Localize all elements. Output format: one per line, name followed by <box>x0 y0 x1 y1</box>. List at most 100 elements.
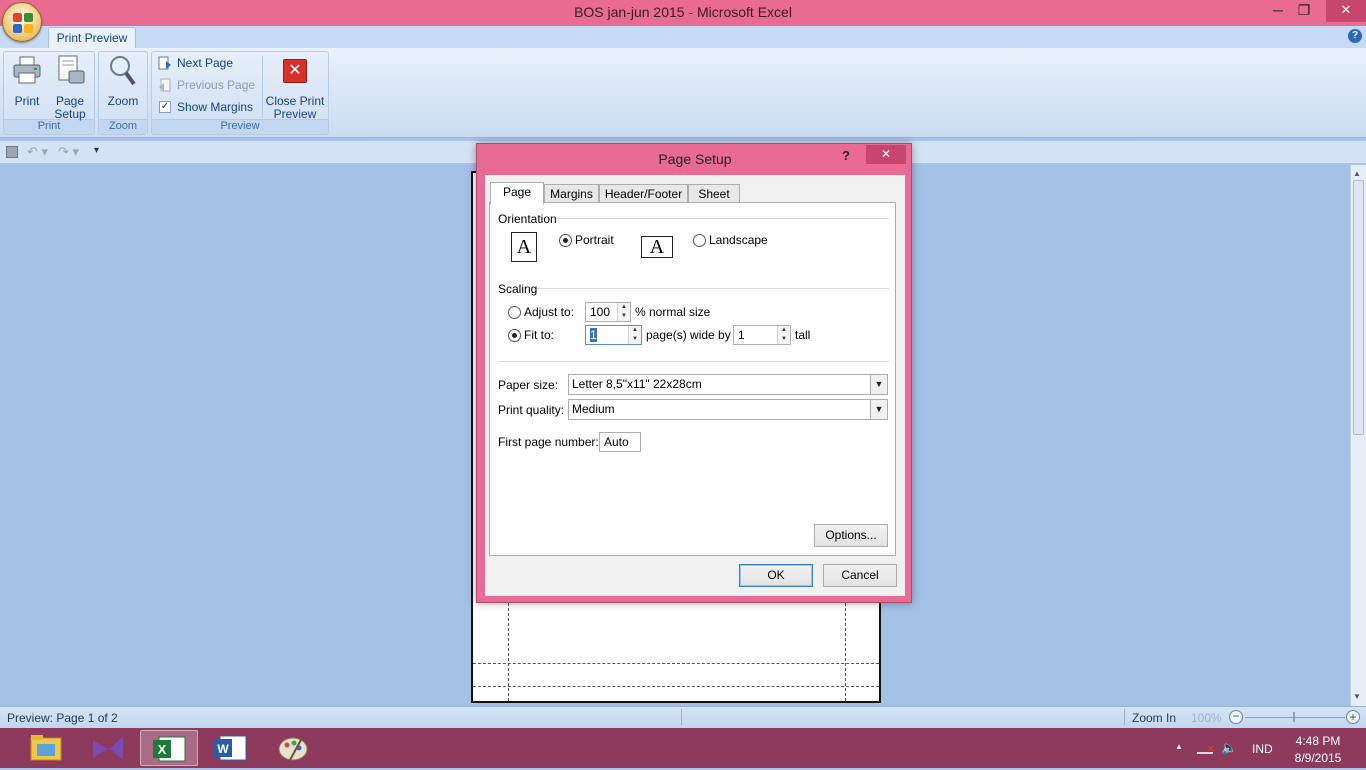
zoom-slider-track[interactable] <box>1245 717 1345 718</box>
word-icon: W <box>214 735 247 761</box>
office-button[interactable] <box>2 2 42 42</box>
vertical-scrollbar[interactable]: ▲ ▼ <box>1350 165 1366 706</box>
print-quality-label: Print quality: <box>498 403 565 417</box>
print-quality-select[interactable]: Medium ▼ <box>568 399 888 420</box>
close-window-button[interactable]: ✕ <box>1326 0 1366 22</box>
zoom-button-label: Zoom <box>107 94 139 108</box>
first-page-label: First page number: <box>498 435 599 449</box>
customize-qat-icon[interactable]: ▾ <box>94 145 99 156</box>
fit-tall-value: 1 <box>738 328 745 342</box>
language-indicator[interactable]: IND <box>1252 742 1273 756</box>
clock-date[interactable]: 8/9/2015 <box>1290 751 1346 765</box>
clock-time[interactable]: 4:48 PM <box>1290 734 1346 748</box>
adjust-to-label[interactable]: Adjust to: <box>524 305 574 319</box>
volume-icon[interactable]: 🔈 <box>1221 740 1237 756</box>
paper-size-select[interactable]: Letter 8,5"x11" 22x28cm ▼ <box>568 374 888 395</box>
preview-group-label: Preview <box>152 119 328 134</box>
show-margins-checkbox[interactable]: ✓ Show Margins <box>158 100 258 116</box>
zoom-button[interactable]: Zoom <box>102 54 144 108</box>
print-group-label: Print <box>4 119 94 134</box>
scroll-up-icon[interactable]: ▲ <box>1353 169 1361 178</box>
zoom-slider-thumb[interactable] <box>1293 712 1295 722</box>
close-preview-label-2: Preview <box>273 107 317 121</box>
landscape-radio[interactable] <box>693 234 706 247</box>
chevron-down-icon[interactable]: ▼ <box>870 375 887 394</box>
tab-page[interactable]: Page <box>490 182 544 205</box>
fit-to-label[interactable]: Fit to: <box>524 328 554 342</box>
portrait-radio[interactable] <box>559 234 572 247</box>
zoom-out-icon[interactable]: − <box>1229 710 1243 724</box>
previous-page-icon <box>159 78 171 92</box>
network-icon[interactable]: ✕ <box>1197 740 1215 755</box>
page-setup-label-2: Setup <box>54 107 86 121</box>
status-divider-2 <box>1124 709 1125 725</box>
orientation-separator <box>556 218 889 219</box>
scaling-separator <box>537 288 889 289</box>
excel-taskbar-button[interactable]: X <box>140 730 198 766</box>
tall-label: tall <box>795 328 811 342</box>
undo-icon[interactable]: ↶ ▾ <box>27 144 48 160</box>
page-setup-button[interactable]: Page Setup <box>50 54 90 121</box>
help-icon[interactable]: ? <box>1348 29 1362 43</box>
visual-studio-icon <box>93 736 123 760</box>
visual-studio-taskbar-button[interactable] <box>79 730 137 766</box>
fit-tall-spinner[interactable]: 1 ▲ ▼ <box>733 325 791 345</box>
first-page-input[interactable]: Auto <box>599 432 641 452</box>
pages-wide-by-label: page(s) wide by <box>646 328 731 342</box>
group-divider <box>262 56 263 118</box>
page-status: Preview: Page 1 of 2 <box>7 711 118 725</box>
file-explorer-taskbar-button[interactable] <box>17 730 75 766</box>
adjust-to-value: 100 <box>590 305 611 319</box>
restore-button[interactable]: ❐ <box>1290 0 1318 22</box>
word-taskbar-button[interactable]: W <box>202 730 260 766</box>
zoom-in-icon[interactable]: + <box>1346 710 1360 724</box>
dialog-close-button[interactable]: ✕ <box>866 145 906 164</box>
adjust-to-radio[interactable] <box>508 306 521 319</box>
chevron-down-icon[interactable]: ▼ <box>870 400 887 419</box>
adjust-to-spinner[interactable]: 100 ▲ ▼ <box>585 302 631 322</box>
portrait-label[interactable]: Portrait <box>575 233 614 247</box>
palette-icon <box>278 737 308 761</box>
fit-wide-spinner[interactable]: 1 ▲ ▼ <box>585 325 642 345</box>
paint-taskbar-button[interactable] <box>264 730 322 766</box>
ok-button[interactable]: OK <box>739 564 813 587</box>
zoom-in-label: Zoom In <box>1132 711 1177 725</box>
minimize-button[interactable]: ─ <box>1264 0 1292 22</box>
paper-size-value: Letter 8,5"x11" 22x28cm <box>572 377 702 391</box>
spinner-arrows-icon[interactable]: ▲ ▼ <box>617 303 630 321</box>
magnifier-icon <box>110 56 136 86</box>
next-page-icon <box>158 56 171 70</box>
previous-page-button[interactable]: Previous Page <box>158 78 258 94</box>
svg-text:X: X <box>158 742 167 757</box>
dialog-help-button[interactable]: ? <box>839 148 853 163</box>
cancel-button[interactable]: Cancel <box>823 564 897 587</box>
portrait-page-icon: A <box>511 232 537 262</box>
bottom-margin-line[interactable] <box>473 686 879 687</box>
scroll-down-icon[interactable]: ▼ <box>1353 692 1361 701</box>
print-quality-value: Medium <box>572 402 615 416</box>
redo-icon[interactable]: ↷ ▾ <box>58 144 79 160</box>
zoom-level[interactable]: 100% <box>1191 711 1222 725</box>
footer-margin-line[interactable] <box>473 663 879 664</box>
spinner-arrows-icon[interactable]: ▲ ▼ <box>777 326 790 344</box>
svg-text:W: W <box>217 742 229 756</box>
print-button-label: Print <box>14 94 40 108</box>
scroll-thumb[interactable] <box>1353 180 1364 435</box>
landscape-page-icon: A <box>641 236 673 258</box>
options-button[interactable]: Options... <box>814 524 888 547</box>
fit-wide-value: 1 <box>590 328 597 342</box>
close-print-preview-button[interactable]: ✕ Close Print Preview <box>265 56 325 121</box>
print-button[interactable]: Print <box>6 54 48 116</box>
show-hidden-icons-icon[interactable]: ▲ <box>1175 742 1183 751</box>
excel-icon: X <box>153 736 186 762</box>
checkmark-icon: ✓ <box>159 101 171 113</box>
scaling-heading: Scaling <box>498 282 538 296</box>
save-icon[interactable] <box>6 146 18 158</box>
tab-print-preview[interactable]: Print Preview <box>48 27 136 49</box>
office-logo-icon <box>13 13 33 33</box>
next-page-button[interactable]: Next Page <box>158 56 258 72</box>
fit-to-radio[interactable] <box>508 329 521 342</box>
landscape-label[interactable]: Landscape <box>709 233 768 247</box>
spinner-arrows-icon[interactable]: ▲ ▼ <box>628 326 641 344</box>
previous-page-label: Previous Page <box>177 78 256 92</box>
